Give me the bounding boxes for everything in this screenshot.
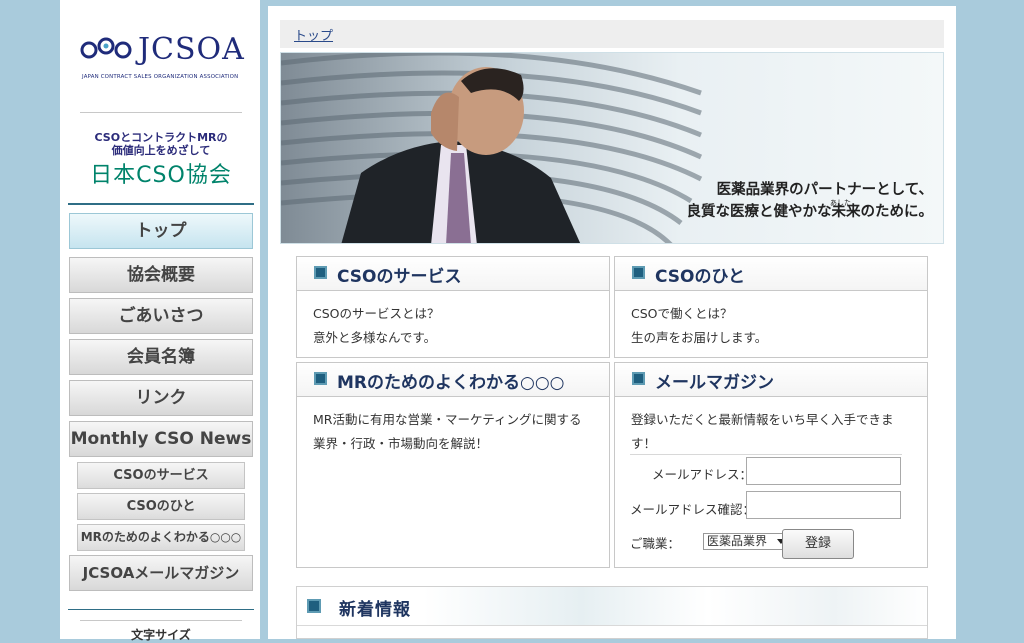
job-label: ご職業： — [630, 536, 681, 551]
job-select[interactable]: 医薬品業界 — [703, 533, 789, 550]
hero-banner: 医薬品業界のパートナーとして、 あした 良質な医療と健やかな未来のために。 — [280, 52, 944, 244]
font-size-label: 文字サイズ — [131, 628, 191, 642]
square-bullet-icon — [632, 266, 645, 279]
card-title: メールマガジン — [655, 373, 774, 393]
card-cso-people[interactable]: CSOのひと CSOで働くとは？ 生の声をお届けします。 — [614, 256, 928, 358]
divider — [80, 112, 242, 113]
email-field[interactable] — [746, 457, 901, 485]
tagline-line: CSOとコントラクトMRの — [94, 131, 228, 144]
site-name: 日本CSO協会 — [90, 163, 232, 188]
ruby-text: あした — [830, 199, 851, 207]
breadcrumb-top-link[interactable]: トップ — [294, 25, 333, 44]
square-bullet-icon — [307, 599, 321, 613]
nav-monthly-news[interactable]: Monthly CSO News — [69, 421, 253, 457]
divider — [80, 620, 242, 621]
square-bullet-icon — [314, 266, 327, 279]
card-title[interactable]: CSOのひと — [655, 262, 745, 287]
nav-links[interactable]: リンク — [69, 380, 253, 416]
hero-caption-line: 良質な医療と健やかな未来のために。 — [686, 204, 934, 220]
tagline-line: 価値向上をめざして — [111, 144, 211, 157]
card-title[interactable]: CSOのサービス — [337, 262, 462, 287]
subnav-cso-service[interactable]: CSOのサービス — [77, 462, 245, 489]
logo-text: JCSOA — [138, 32, 245, 67]
divider — [68, 609, 254, 610]
card-body: 登録いただくと最新情報をいち早く入手できま す！ — [615, 397, 927, 456]
logo-mark-icon — [80, 37, 132, 59]
square-bullet-icon — [314, 372, 327, 385]
card-body: CSOのサービスとは？ 意外と多様なんです。 — [297, 291, 609, 350]
card-mr-guide[interactable]: MRのためのよくわかる○○○ MR活動に有用な営業・マーケティングに関する 業界… — [296, 362, 610, 568]
card-text: 意外と多様なんです。 — [313, 330, 437, 345]
nav-mail-magazine[interactable]: JCSOAメールマガジン — [69, 555, 253, 591]
card-header: CSOのサービス — [297, 257, 609, 291]
card-text: 業界・行政・市場動向を解説！ — [313, 436, 489, 451]
square-bullet-icon — [632, 372, 645, 385]
logo[interactable]: JCSOA JAPAN CONTRACT SALES ORGANIZATION … — [80, 32, 250, 86]
tagline: CSOとコントラクトMRの 価値向上をめざして — [70, 131, 252, 157]
page: JCSOA JAPAN CONTRACT SALES ORGANIZATION … — [60, 0, 964, 642]
main-content: トップ 医薬品業界のパートナーとして、 あした 良質な医療と健やかな未来のために… — [268, 6, 956, 639]
email-confirm-label: メールアドレス確認： — [630, 502, 756, 517]
breadcrumb: トップ — [280, 20, 944, 48]
job-select-value: 医薬品業界 — [707, 534, 768, 548]
card-header: メールマガジン — [615, 363, 927, 397]
hero-caption: 医薬品業界のパートナーとして、 あした 良質な医療と健やかな未来のために。 — [687, 179, 934, 223]
hero-caption-line: 医薬品業界のパートナーとして、 — [716, 182, 933, 198]
nav-members[interactable]: 会員名簿 — [69, 339, 253, 375]
card-title[interactable]: MRのためのよくわかる○○○ — [337, 368, 565, 393]
register-button[interactable]: 登録 — [782, 529, 854, 559]
news-section: 新着情報 — [296, 586, 928, 639]
card-cso-service[interactable]: CSOのサービス CSOのサービスとは？ 意外と多様なんです。 — [296, 256, 610, 358]
card-text: 生の声をお届けします。 — [631, 330, 768, 345]
card-text: MR活動に有用な営業・マーケティングに関する — [313, 412, 582, 427]
card-header: MRのためのよくわかる○○○ — [297, 363, 609, 397]
main-frame: トップ 医薬品業界のパートナーとして、 あした 良質な医療と健やかな未来のために… — [260, 0, 964, 639]
card-text: す！ — [631, 436, 657, 451]
card-body: MR活動に有用な営業・マーケティングに関する 業界・行政・市場動向を解説！ — [297, 397, 609, 456]
card-text: CSOで働くとは？ — [631, 306, 733, 321]
email-label: メールアドレス： — [652, 467, 753, 482]
card-body: CSOで働くとは？ 生の声をお届けします。 — [615, 291, 927, 350]
sidebar: JCSOA JAPAN CONTRACT SALES ORGANIZATION … — [60, 0, 260, 642]
card-text: CSOのサービスとは？ — [313, 306, 440, 321]
divider — [68, 203, 254, 205]
job-row: ご職業： 医薬品業界 — [630, 533, 800, 551]
nav-about[interactable]: 協会概要 — [69, 257, 253, 293]
nav-top[interactable]: トップ — [69, 213, 253, 249]
email-confirm-field[interactable] — [746, 491, 901, 519]
card-header: CSOのひと — [615, 257, 927, 291]
card-text: 登録いただくと最新情報をいち早く入手できま — [631, 412, 894, 427]
subnav-cso-people[interactable]: CSOのひと — [77, 493, 245, 520]
divider — [630, 454, 902, 455]
news-title: 新着情報 — [339, 600, 411, 620]
news-header: 新着情報 — [297, 587, 927, 626]
logo-subtitle: JAPAN CONTRACT SALES ORGANIZATION ASSOCI… — [82, 74, 239, 80]
subnav-mr-guide[interactable]: MRのためのよくわかる○○○ — [77, 524, 245, 551]
nav-greeting[interactable]: ごあいさつ — [69, 298, 253, 334]
